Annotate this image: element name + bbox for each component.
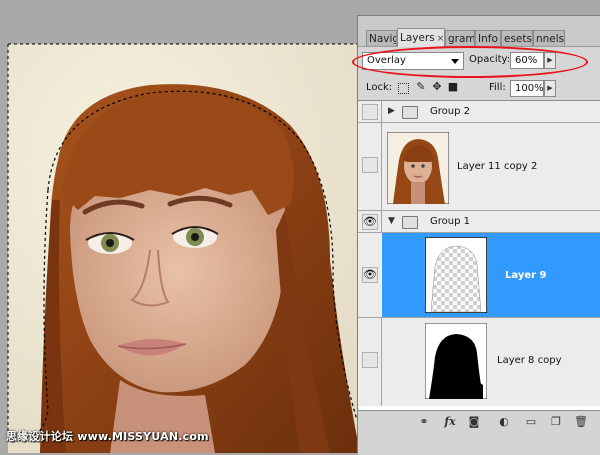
layer-thumbnail bbox=[425, 323, 487, 399]
layer-name: Layer 11 copy 2 bbox=[457, 161, 538, 172]
panel-tab-bar: Navig Layers × gram Info esets nnels bbox=[358, 16, 600, 47]
layer-row-group-2[interactable]: ▶ Group 2 bbox=[358, 101, 600, 123]
layer-row-layer-8-copy[interactable]: Layer 8 copy bbox=[358, 318, 600, 406]
fill-label: Fill: bbox=[489, 82, 506, 93]
opacity-slider-arrow-icon[interactable]: ▶ bbox=[544, 52, 556, 69]
layer-name: Layer 8 copy bbox=[497, 355, 562, 366]
eye-icon[interactable]: 👁 bbox=[362, 214, 378, 230]
layer-row-layer-9[interactable]: 👁 Layer 9 bbox=[358, 233, 600, 318]
lock-label: Lock: bbox=[366, 82, 393, 93]
lock-brush-icon[interactable]: ✎ bbox=[415, 81, 427, 93]
lock-transparency-icon[interactable] bbox=[398, 83, 409, 94]
fill-slider-arrow-icon[interactable]: ▶ bbox=[544, 80, 556, 97]
eye-icon[interactable]: 👁 bbox=[362, 267, 378, 283]
layers-panel: Navig Layers × gram Info esets nnels Over… bbox=[352, 15, 600, 455]
close-icon[interactable]: × bbox=[437, 34, 444, 44]
layer-thumbnail bbox=[387, 132, 449, 204]
opacity-label: Opacity: bbox=[469, 54, 511, 65]
watermark-text: 思缘设计论坛 www.MISSYUAN.com bbox=[6, 430, 209, 443]
selection-highlight bbox=[382, 233, 600, 317]
folder-icon bbox=[402, 216, 418, 229]
tab-navigator[interactable]: Navig bbox=[366, 30, 397, 46]
layers-bottom-toolbar: ⚭ fx ◙ ◐ ▭ ❐ 🗑 bbox=[358, 410, 600, 455]
folder-icon bbox=[402, 106, 418, 119]
opacity-input[interactable]: 60% bbox=[510, 52, 544, 69]
tab-channels[interactable]: nnels bbox=[533, 30, 565, 46]
lock-fill-row: Lock: ✎ ✥ ■ Fill: 100% ▶ bbox=[358, 78, 600, 98]
blend-opacity-row: Overlay Opacity: 60% ▶ bbox=[358, 50, 600, 74]
tab-histogram[interactable]: gram bbox=[445, 30, 475, 46]
layer-row-group-1[interactable]: 👁 ▼ Group 1 bbox=[358, 211, 600, 233]
layer-name: Group 1 bbox=[430, 216, 470, 227]
tab-presets[interactable]: esets bbox=[501, 30, 533, 46]
add-mask-icon[interactable]: ◙ bbox=[466, 415, 482, 429]
new-layer-icon[interactable]: ❐ bbox=[548, 415, 564, 429]
layer-name: Layer 9 bbox=[505, 270, 547, 281]
fill-input[interactable]: 100% bbox=[510, 80, 544, 97]
expand-triangle-icon[interactable]: ▶ bbox=[388, 106, 395, 116]
adjustment-layer-icon[interactable]: ◐ bbox=[496, 415, 512, 429]
new-group-folder-icon[interactable]: ▭ bbox=[523, 415, 539, 429]
visibility-toggle[interactable] bbox=[362, 104, 378, 120]
visibility-toggle[interactable] bbox=[362, 157, 378, 173]
layer-name: Group 2 bbox=[430, 106, 470, 117]
lock-all-icon[interactable]: ■ bbox=[447, 81, 459, 93]
trash-icon[interactable]: 🗑 bbox=[573, 415, 589, 429]
visibility-toggle[interactable] bbox=[362, 352, 378, 368]
layer-style-fx-icon[interactable]: fx bbox=[442, 415, 458, 429]
tab-layers[interactable]: Layers × bbox=[397, 28, 445, 47]
tab-info[interactable]: Info bbox=[475, 30, 501, 46]
link-layers-icon[interactable]: ⚭ bbox=[416, 415, 432, 429]
collapse-triangle-icon[interactable]: ▼ bbox=[388, 216, 395, 226]
layer-mask-thumbnail bbox=[425, 237, 487, 313]
layers-list: ▶ Group 2 Layer 11 copy 2 👁 ▼ Group 1 👁 … bbox=[358, 100, 600, 411]
lock-move-icon[interactable]: ✥ bbox=[431, 81, 443, 93]
blend-mode-select[interactable]: Overlay bbox=[362, 52, 464, 70]
layer-row-layer-11-copy-2[interactable]: Layer 11 copy 2 bbox=[358, 123, 600, 211]
chevron-down-icon bbox=[451, 59, 459, 64]
